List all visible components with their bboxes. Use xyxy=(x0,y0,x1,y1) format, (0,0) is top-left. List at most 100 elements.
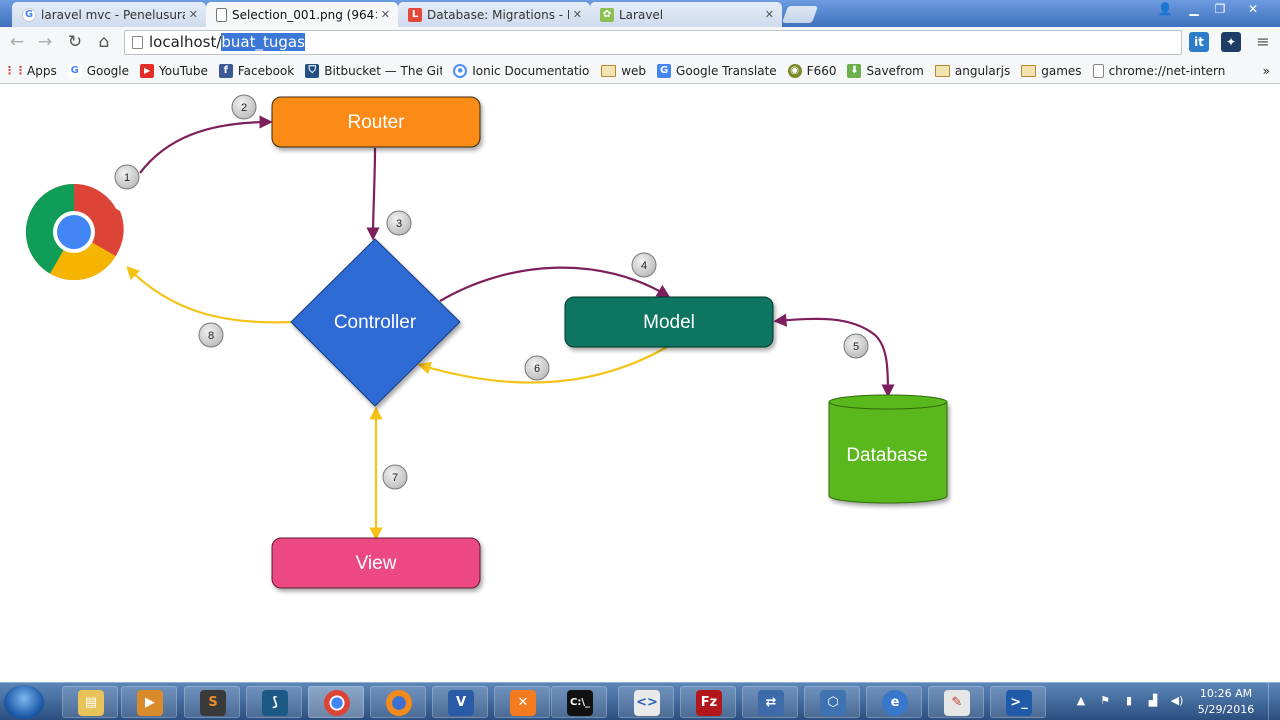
tab-laravel-mvc[interactable]: G laravel mvc - Penelusuran ✕ xyxy=(12,2,206,27)
arrow-model-database xyxy=(773,313,895,398)
clock-time[interactable]: 10:26 AM xyxy=(1196,687,1256,700)
minimize-icon[interactable]: ▁ xyxy=(1181,0,1207,18)
media-player-icon: ▶ xyxy=(137,690,163,716)
system-tray: ▲ ⚑ ▮ ▟ ◀) 10:26 AM 5/29/2016 xyxy=(1070,683,1280,720)
bookmark-web[interactable]: web xyxy=(601,64,646,78)
taskbar-mysql-workbench[interactable]: ⟆ xyxy=(246,686,302,718)
menu-icon[interactable]: ≡ xyxy=(1252,31,1274,53)
bookmark-google[interactable]: G Google xyxy=(67,63,129,78)
bookmarks-overflow-icon[interactable]: » xyxy=(1263,64,1270,78)
mvc-diagram: Router Controller Model Database View 1 … xyxy=(25,94,948,589)
action-center-flag-icon[interactable]: ⚑ xyxy=(1098,694,1112,708)
bookmark-apps[interactable]: ⋮⋮ Apps xyxy=(4,63,57,78)
controller-node: Controller xyxy=(290,238,461,407)
bookmark-youtube[interactable]: ▶ YouTube xyxy=(140,63,208,78)
page-icon xyxy=(216,7,227,22)
taskbar-command-prompt[interactable]: C:\_ xyxy=(551,686,607,718)
twitter-bird-icon[interactable]: ✦ xyxy=(1221,32,1241,52)
translate-icon: G xyxy=(657,63,672,78)
taskbar-filezilla[interactable]: Fz xyxy=(680,686,736,718)
close-icon[interactable]: ✕ xyxy=(765,8,774,21)
step-number: 4 xyxy=(641,260,647,272)
close-icon[interactable]: ✕ xyxy=(189,8,198,21)
tab-laravel[interactable]: ✿ Laravel ✕ xyxy=(590,2,782,27)
step-badges: 1 2 3 4 5 6 7 8 xyxy=(114,94,869,490)
step-badge-7: 7 xyxy=(382,464,408,490)
bookmark-google-translate[interactable]: G Google Translate xyxy=(657,63,777,78)
tab-title: Selection_001.png (964×5 xyxy=(232,7,377,22)
new-tab-button[interactable] xyxy=(781,6,819,23)
start-button[interactable] xyxy=(4,685,44,719)
tab-selection-png[interactable]: Selection_001.png (964×5 ✕ xyxy=(206,2,398,27)
volume-icon[interactable]: ◀) xyxy=(1170,694,1184,708)
taskbar-xampp[interactable]: ✕ xyxy=(494,686,550,718)
bookmark-facebook[interactable]: f Facebook xyxy=(218,63,294,78)
reload-icon[interactable]: ↻ xyxy=(64,31,86,53)
step-badge-2: 2 xyxy=(231,94,257,120)
forward-arrow-icon[interactable]: → xyxy=(34,31,56,53)
taskbar-sublime-text[interactable]: S xyxy=(184,686,240,718)
tray-expand-icon[interactable]: ▲ xyxy=(1074,694,1088,708)
bookmark-f660[interactable]: ◉ F660 xyxy=(787,63,836,78)
bookmark-label: YouTube xyxy=(159,63,208,78)
step-badge-6: 6 xyxy=(524,355,550,381)
url-host: localhost/ xyxy=(149,33,222,51)
router-node: Router xyxy=(271,96,481,148)
browser-toolbar: ← → ↻ ⌂ localhost/buat_tugas it ✦ ≡ xyxy=(0,27,1280,58)
taskbar-media-player[interactable]: ▶ xyxy=(121,686,177,718)
taskbar-virtualbox[interactable]: ⬡ xyxy=(804,686,860,718)
profile-icon[interactable]: 👤 xyxy=(1152,0,1178,18)
folder-icon xyxy=(601,64,617,77)
youtube-icon: ▶ xyxy=(140,63,155,78)
page-icon xyxy=(132,36,143,49)
clock-date[interactable]: 5/29/2016 xyxy=(1196,703,1256,716)
model-label: Model xyxy=(643,312,695,333)
step-number: 1 xyxy=(124,172,130,184)
view-node: View xyxy=(271,537,481,589)
bookmark-label: chrome://net-internal xyxy=(1108,63,1225,78)
show-desktop-button[interactable] xyxy=(1268,683,1280,720)
globe-e-icon: e xyxy=(882,690,908,716)
bookmark-label: Apps xyxy=(27,63,57,78)
extension-it-icon[interactable]: it xyxy=(1189,32,1209,52)
signal-bars-icon[interactable]: ▟ xyxy=(1146,694,1160,708)
bookmark-net-internals[interactable]: chrome://net-internal xyxy=(1092,63,1225,78)
taskbar-paint[interactable]: ✎ xyxy=(928,686,984,718)
bookmark-label: Google Translate xyxy=(676,63,777,78)
home-icon[interactable]: ⌂ xyxy=(93,31,115,53)
address-bar[interactable]: localhost/buat_tugas xyxy=(124,30,1182,55)
arrow-controller-to-browser xyxy=(126,266,293,324)
close-icon[interactable]: ✕ xyxy=(381,8,390,21)
bookmark-bitbucket[interactable]: ⛉ Bitbucket — The Git s xyxy=(305,63,442,78)
taskbar-chrome[interactable] xyxy=(308,686,364,718)
back-arrow-icon[interactable]: ← xyxy=(6,31,28,53)
mysql-dolphin-icon: ⟆ xyxy=(262,690,288,716)
step-badge-4: 4 xyxy=(631,252,657,278)
taskbar-visio[interactable]: V xyxy=(432,686,488,718)
taskbar-firefox[interactable] xyxy=(370,686,426,718)
step-number: 6 xyxy=(534,363,540,375)
tab-title: Laravel xyxy=(619,7,664,22)
bookmark-label: Ionic Documentation xyxy=(472,63,591,78)
filezilla-icon: Fz xyxy=(696,690,722,716)
taskbar-explorer[interactable]: ▤ xyxy=(62,686,118,718)
bookmark-games[interactable]: games xyxy=(1021,64,1082,78)
window-close-icon[interactable]: ✕ xyxy=(1240,0,1266,18)
folder-icon: ▤ xyxy=(78,690,104,716)
restore-icon[interactable]: ❐ xyxy=(1207,0,1233,18)
bookmark-angularjs[interactable]: angularjs xyxy=(934,64,1010,78)
battery-icon[interactable]: ▮ xyxy=(1122,694,1136,708)
google-g-icon: G xyxy=(67,63,82,78)
taskbar-network[interactable]: ⇄ xyxy=(742,686,798,718)
tab-database-migrations[interactable]: L Database: Migrations - La ✕ xyxy=(398,2,590,27)
taskbar-code-editor[interactable]: <> xyxy=(618,686,674,718)
terminal-icon: C:\_ xyxy=(567,690,593,716)
router-icon: ◉ xyxy=(787,63,802,78)
bookmark-ionic[interactable]: ● Ionic Documentation xyxy=(453,63,591,78)
taskbar-powershell[interactable]: >_ xyxy=(990,686,1046,718)
arrow-browser-to-router xyxy=(139,115,273,174)
close-icon[interactable]: ✕ xyxy=(573,8,582,21)
taskbar-browser-e[interactable]: e xyxy=(866,686,922,718)
bookmark-savefrom[interactable]: ⬇ Savefrom xyxy=(847,63,924,78)
sublime-text-icon: S xyxy=(200,690,226,716)
